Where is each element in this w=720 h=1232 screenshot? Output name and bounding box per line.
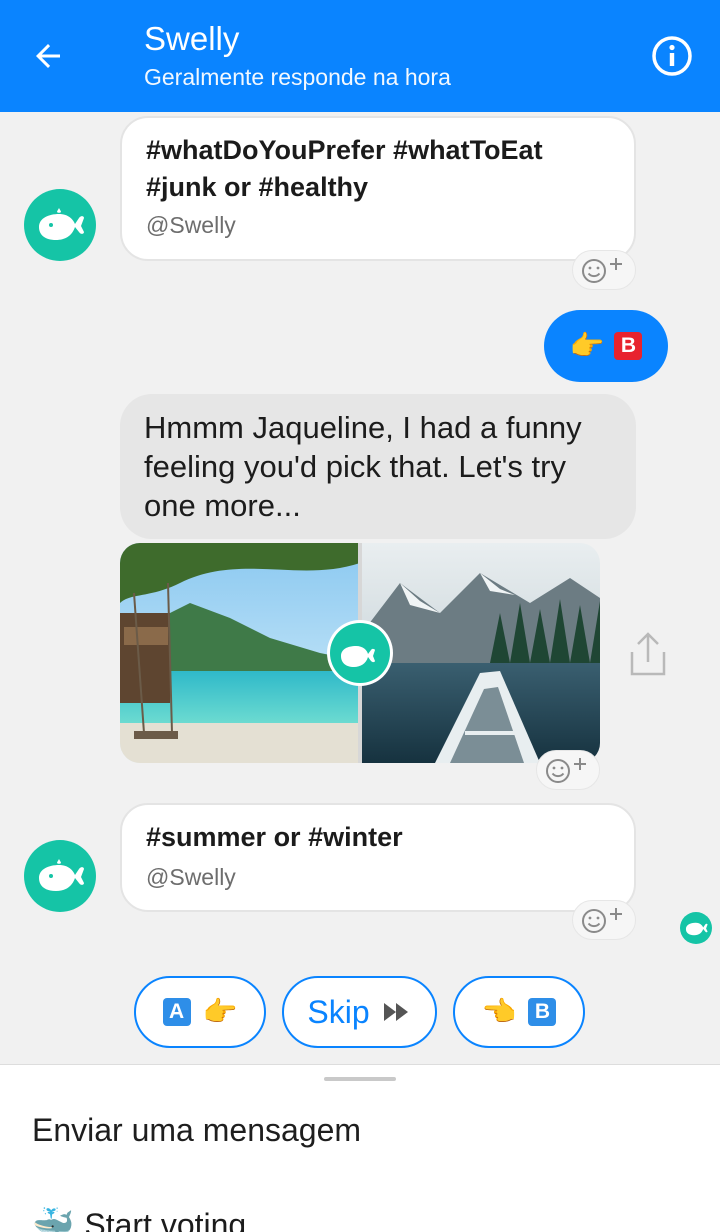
chat-header: Swelly Geralmente responde na hora (0, 0, 720, 112)
fast-forward-icon (383, 1003, 408, 1021)
info-icon (652, 36, 692, 76)
keycap-b: B (614, 332, 643, 360)
bot-avatar[interactable] (24, 189, 96, 261)
start-voting-menu-item[interactable]: 🐳 Start voting (32, 1205, 246, 1232)
user-message-bubble[interactable]: 👉 B (544, 310, 668, 382)
beach-vs-mountain-image (120, 543, 600, 763)
smiley-plus-icon (582, 908, 622, 933)
whale-icon (39, 859, 84, 891)
add-reaction-button[interactable] (572, 900, 636, 940)
point-right-icon: 👉 (569, 330, 605, 361)
quick-reply-a[interactable]: A 👉 (134, 976, 266, 1048)
back-button[interactable] (24, 30, 72, 82)
whale-icon (39, 208, 84, 240)
drag-handle[interactable] (324, 1077, 396, 1081)
comparison-image[interactable] (120, 543, 600, 763)
composer-panel: Enviar uma mensagem 🐳 Start voting (0, 1064, 720, 1232)
keycap-b: B (528, 998, 557, 1026)
add-reaction-button[interactable] (536, 750, 600, 790)
share-button[interactable] (628, 630, 668, 678)
keycap-a: A (162, 998, 191, 1026)
bot-message-bubble[interactable]: Hmmm Jaqueline, I had a funny feeling yo… (120, 394, 636, 539)
add-reaction-button[interactable] (572, 250, 636, 290)
smiley-plus-icon (582, 258, 622, 283)
message-card[interactable]: #summer or #winter @Swelly (120, 803, 636, 912)
chat-subtitle: Geralmente responde na hora (144, 64, 451, 90)
whale-icon (685, 922, 708, 936)
quick-reply-skip[interactable]: Skip (282, 976, 437, 1048)
quick-reply-b[interactable]: 👈 B (453, 976, 585, 1048)
point-right-icon: 👉 (202, 996, 238, 1027)
chat-title[interactable]: Swelly (144, 20, 239, 58)
point-left-icon: 👈 (481, 996, 517, 1027)
share-icon (630, 632, 666, 676)
card-title: #whatDoYouPrefer #whatToEat #junk or #he… (146, 135, 543, 202)
smiley-plus-icon (546, 758, 586, 783)
bot-avatar[interactable] (24, 840, 96, 912)
card-author: @Swelly (146, 212, 236, 238)
info-button[interactable] (648, 32, 696, 80)
skip-label: Skip (307, 993, 370, 1030)
message-input[interactable]: Enviar uma mensagem (32, 1112, 361, 1149)
read-receipt-avatar (680, 912, 712, 944)
card-title: #summer or #winter (146, 822, 403, 852)
start-voting-label: Start voting (84, 1206, 247, 1232)
card-author: @Swelly (146, 864, 236, 890)
message-card[interactable]: #whatDoYouPrefer #whatToEat #junk or #he… (120, 116, 636, 261)
arrow-left-icon (36, 44, 60, 68)
whale-icon: 🐳 (32, 1206, 75, 1232)
